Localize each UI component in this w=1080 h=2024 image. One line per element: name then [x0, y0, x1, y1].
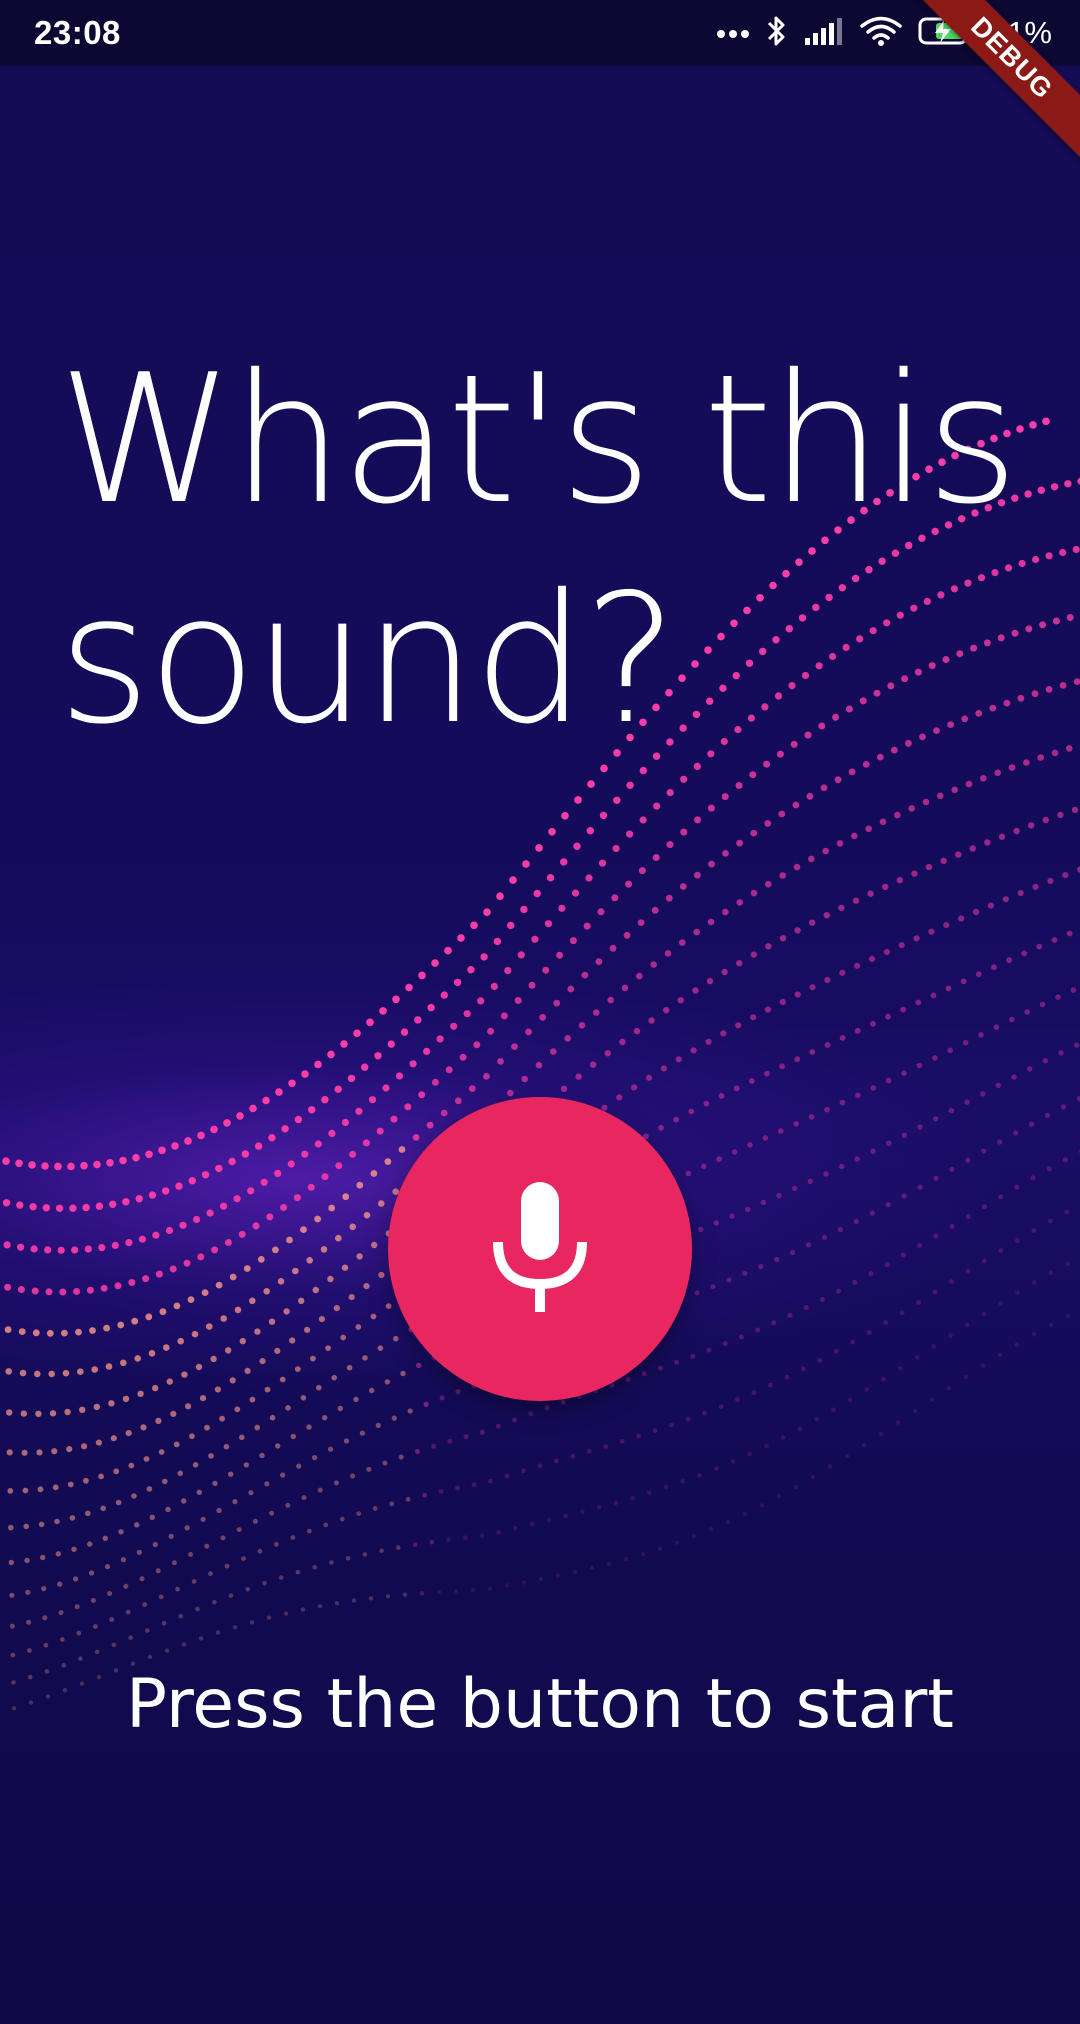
wifi-icon [860, 15, 902, 51]
more-dots-icon [716, 24, 750, 43]
status-bar: 23:08 71% [0, 0, 1080, 66]
microphone-icon [488, 1180, 592, 1318]
status-time: 23:08 [34, 14, 121, 51]
headline-line-2: sound? [58, 556, 678, 763]
cellular-signal-icon [804, 16, 844, 50]
record-button[interactable] [388, 1097, 692, 1401]
bluetooth-icon [766, 14, 788, 52]
headline-line-1: What's this [58, 336, 1019, 543]
app-screen: 23:08 71% DEBUG What's this sound? Press… [0, 0, 1080, 2024]
start-prompt: Press the button to start [126, 1665, 954, 1744]
headline: What's this sound? [58, 330, 1019, 770]
